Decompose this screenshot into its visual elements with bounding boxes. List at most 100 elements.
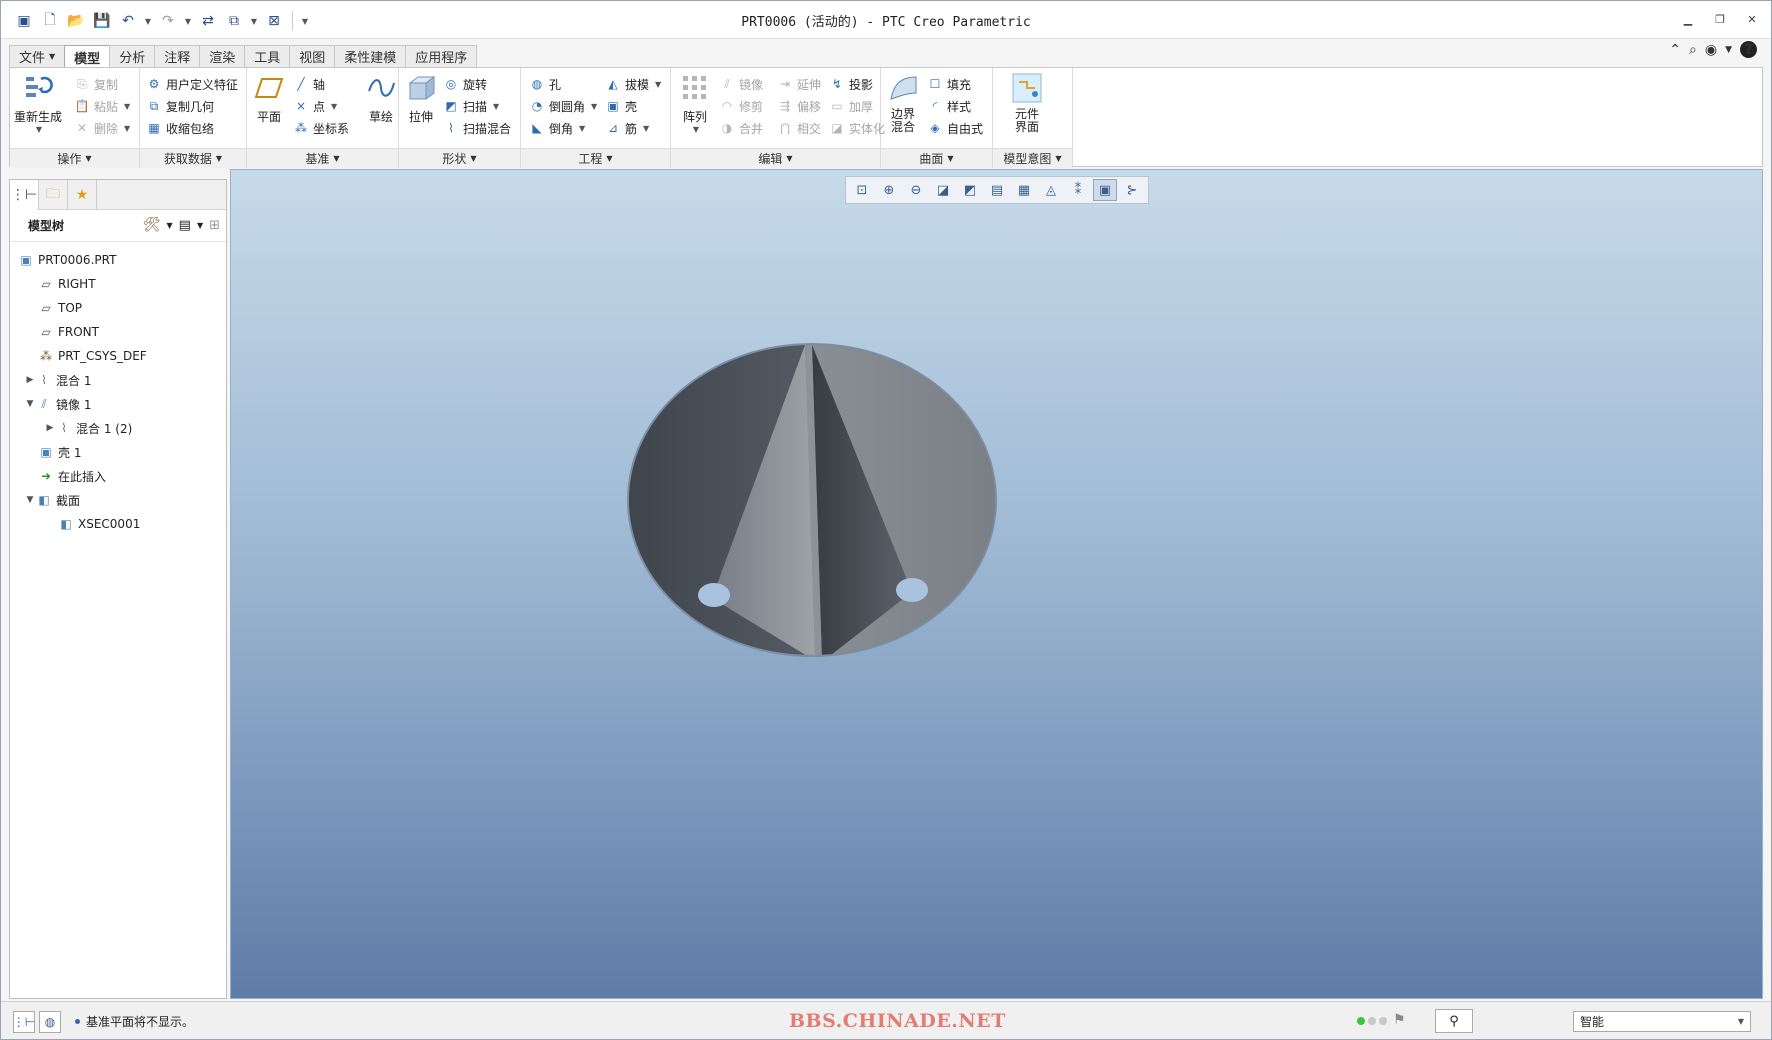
rib-button[interactable]: ⊿ 筋 ▼ (605, 118, 649, 138)
search-icon[interactable]: ⌕ (1689, 42, 1697, 58)
chamfer-button[interactable]: ◣ 倒角 ▼ (529, 118, 585, 138)
pattern-button[interactable]: 阵列 ▼ (679, 72, 711, 134)
saved-orientations-icon[interactable]: ▤ (985, 179, 1009, 201)
trim-button[interactable]: ◠ 修剪 (719, 96, 763, 116)
tree-node-sections[interactable]: ▼ ◧ 截面 (10, 488, 226, 512)
udf-button[interactable]: ⚙ 用户定义特征 (146, 74, 238, 94)
display-style-icon[interactable]: ◩ (958, 179, 982, 201)
component-interface-button[interactable]: 元件界面 (1011, 72, 1043, 134)
axis-button[interactable]: ╱ 轴 (293, 74, 325, 94)
tree-node-blend-1[interactable]: ▶ ⌇ 混合 1 (10, 368, 226, 392)
delete-button[interactable]: ✕ 删除 ▼ (74, 118, 130, 138)
tree-node-mirror-1[interactable]: ▼ ⫽ 镜像 1 (10, 392, 226, 416)
swept-blend-button[interactable]: ⌇ 扫描混合 (443, 118, 511, 138)
zoom-out-icon[interactable]: ⊖ (904, 179, 928, 201)
tab-flexible-modeling[interactable]: 柔性建模 (334, 45, 407, 67)
settings-icon[interactable]: 🛠 (143, 217, 161, 233)
spin-center-icon[interactable]: ⊱ (1120, 179, 1144, 201)
group-label-editing[interactable]: 编辑 ▼ (671, 148, 880, 168)
zoom-in-icon[interactable]: ⊕ (877, 179, 901, 201)
group-label-datum[interactable]: 基准 ▼ (247, 148, 398, 168)
toggle-navigator-icon[interactable]: ⋮⊢ (13, 1011, 35, 1033)
tab-file[interactable]: 文件 ▼ (9, 45, 66, 67)
find-button[interactable]: ⚲ (1435, 1009, 1473, 1033)
solidify-button[interactable]: ◪ 实体化 (829, 118, 885, 138)
copy-geometry-button[interactable]: ⧉ 复制几何 (146, 96, 214, 116)
tab-render[interactable]: 渲染 (199, 45, 246, 67)
freestyle-button[interactable]: ◈ 自由式 (927, 118, 983, 138)
tree-node-right[interactable]: ▱ RIGHT (10, 272, 226, 296)
group-label-design-intent[interactable]: 模型意图 ▼ (993, 148, 1072, 168)
group-label-get-data[interactable]: 获取数据 ▼ (140, 148, 246, 168)
show-icon[interactable]: ▤ (179, 218, 191, 233)
maximize-icon[interactable]: ❐ (1711, 11, 1729, 27)
project-button[interactable]: ↯ 投影 (829, 74, 873, 94)
favorites-tab-icon[interactable]: ★ (68, 180, 97, 210)
tree-node-part[interactable]: ▣ PRT0006.PRT (10, 248, 226, 272)
view-manager-icon[interactable]: ▦ (1012, 179, 1036, 201)
group-label-engineering[interactable]: 工程 ▼ (521, 148, 670, 168)
tree-node-csys[interactable]: ⁂ PRT_CSYS_DEF (10, 344, 226, 368)
copy-button[interactable]: ⎘ 复制 (74, 74, 118, 94)
round-button[interactable]: ◔ 倒圆角 ▼ (529, 96, 597, 116)
tree-node-blend-1-2[interactable]: ▶ ⌇ 混合 1 (2) (10, 416, 226, 440)
refit-icon[interactable]: ⊡ (850, 179, 874, 201)
boundary-blend-button[interactable]: 边界混合 (887, 72, 919, 134)
draft-button[interactable]: ◭ 拔模 ▼ (605, 74, 661, 94)
tree-node-shell-1[interactable]: ▣ 壳 1 (10, 440, 226, 464)
tree-filter-icon[interactable]: ⊞ (209, 218, 220, 233)
minimize-ribbon-icon[interactable]: ⌃ (1669, 42, 1681, 58)
minimize-icon[interactable]: ▁ (1679, 11, 1697, 27)
revolve-button[interactable]: ◎ 旋转 (443, 74, 487, 94)
sketch-button[interactable]: 草绘 (365, 72, 397, 125)
perspective-icon[interactable]: ◬ (1039, 179, 1063, 201)
collapse-arrow-icon[interactable]: ▼ (24, 495, 36, 505)
repaint-icon[interactable]: ◪ (931, 179, 955, 201)
expand-arrow-icon[interactable]: ▶ (44, 423, 56, 433)
flag-icon[interactable]: ⚑ (1393, 1012, 1406, 1028)
intersect-button[interactable]: ⋂ 相交 (777, 118, 821, 138)
hole-button[interactable]: ◍ 孔 (529, 74, 561, 94)
group-label-shapes[interactable]: 形状 ▼ (399, 148, 520, 168)
group-label-surfaces[interactable]: 曲面 ▼ (881, 148, 992, 168)
extrude-button[interactable]: 拉伸 (405, 72, 437, 125)
thicken-button[interactable]: ▭ 加厚 (829, 96, 873, 116)
community-icon[interactable]: ◉ (1705, 42, 1717, 58)
chevron-down-icon[interactable]: ▼ (1725, 45, 1732, 55)
tab-annotate[interactable]: 注释 (154, 45, 201, 67)
group-label-operations[interactable]: 操作 ▼ (10, 148, 139, 168)
expand-arrow-icon[interactable]: ▶ (24, 375, 36, 385)
chevron-down-icon[interactable]: ▼ (166, 221, 172, 230)
mirror-button[interactable]: ⫽ 镜像 (719, 74, 763, 94)
tab-applications[interactable]: 应用程序 (405, 45, 478, 67)
tab-analysis[interactable]: 分析 (109, 45, 156, 67)
style-button[interactable]: ◜ 样式 (927, 96, 971, 116)
folder-browser-tab-icon[interactable]: 🗀 (39, 180, 68, 210)
extend-button[interactable]: ⇥ 延伸 (777, 74, 821, 94)
tree-node-insert-here[interactable]: ➜ 在此插入 (10, 464, 226, 488)
sweep-button[interactable]: ◩ 扫描 ▼ (443, 96, 499, 116)
model-tree-tab-icon[interactable]: ⋮⊢ (10, 180, 39, 210)
plane-button[interactable]: 平面 (253, 72, 285, 125)
tab-view[interactable]: 视图 (289, 45, 336, 67)
selection-filter-select[interactable]: 智能 ▼ (1573, 1011, 1751, 1032)
shell-button[interactable]: ▣ 壳 (605, 96, 637, 116)
offset-button[interactable]: ⇶ 偏移 (777, 96, 821, 116)
tree-node-front[interactable]: ▱ FRONT (10, 320, 226, 344)
merge-button[interactable]: ◑ 合并 (719, 118, 763, 138)
help-icon[interactable]: ? (1740, 41, 1757, 58)
tree-node-top[interactable]: ▱ TOP (10, 296, 226, 320)
tree-node-xsec0001[interactable]: ◧ XSEC0001 (10, 512, 226, 536)
shrinkwrap-button[interactable]: ▦ 收缩包络 (146, 118, 214, 138)
collapse-arrow-icon[interactable]: ▼ (24, 399, 36, 409)
datum-display-icon[interactable]: ⁑ (1066, 179, 1090, 201)
point-button[interactable]: × 点 ▼ (293, 96, 337, 116)
annotation-display-icon[interactable]: ▣ (1093, 179, 1117, 201)
close-icon[interactable]: ✕ (1743, 11, 1761, 27)
fill-button[interactable]: ☐ 填充 (927, 74, 971, 94)
regenerate-button[interactable]: 重新生成 ▼ (14, 72, 62, 134)
paste-button[interactable]: 📋 粘贴 ▼ (74, 96, 131, 116)
chevron-down-icon[interactable]: ▼ (197, 221, 203, 230)
tab-tools[interactable]: 工具 (244, 45, 291, 67)
csys-button[interactable]: ⁂ 坐标系 (293, 118, 349, 138)
